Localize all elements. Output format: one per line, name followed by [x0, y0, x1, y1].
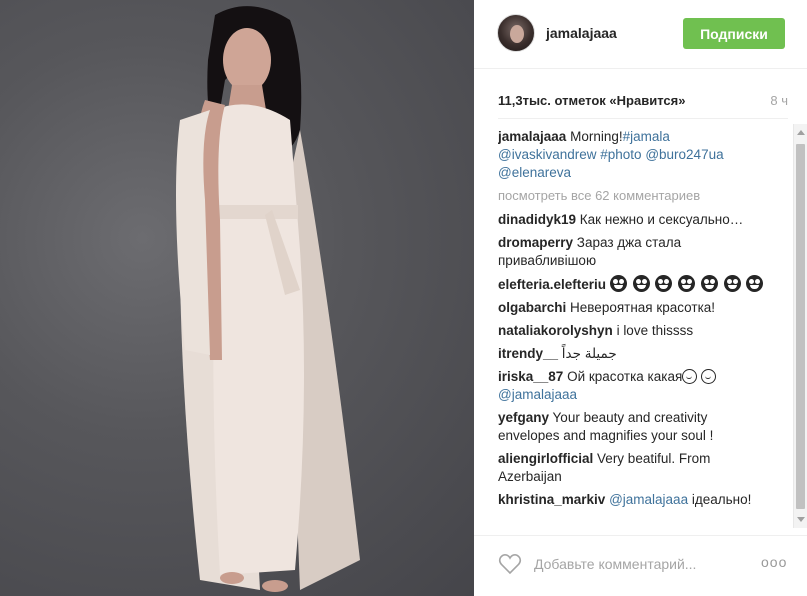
hashtag-link[interactable]: #jamala: [623, 129, 670, 144]
comment-item: olgabarchi Невероятная красотка!: [498, 299, 768, 317]
comment-item: elefteria.elefteriu: [498, 275, 768, 294]
heart-eyes-emoji-icon: [723, 275, 741, 292]
smile-emoji-icon: [682, 369, 698, 384]
likes-row: 11,3тыс. отметок «Нравится» 8 ч: [498, 93, 788, 113]
instagram-post-view: jamalajaaa Подписки 11,3тыс. отметок «Нр…: [0, 0, 807, 596]
heart-eyes-emoji-icon: [632, 275, 650, 292]
view-all-comments-link[interactable]: посмотреть все 62 комментариев: [498, 187, 768, 205]
scroll-thumb[interactable]: [796, 144, 805, 509]
comment-item: dinadidyk19 Как нежно и сексуально…: [498, 211, 768, 229]
scroll-up-arrow-icon[interactable]: [797, 130, 805, 135]
caption-user[interactable]: jamalajaaa: [498, 129, 566, 144]
heart-eyes-emoji-icon: [655, 275, 673, 292]
username-link[interactable]: jamalajaaa: [546, 25, 617, 41]
post-footer: ooo: [474, 535, 807, 596]
comment-user[interactable]: nataliakorolyshyn: [498, 323, 613, 338]
heart-eyes-emoji-icon: [678, 275, 696, 292]
comment-item: aliengirlofficial Very beatiful. From Az…: [498, 450, 768, 486]
smile-emoji-icon: [701, 369, 717, 384]
comment-user[interactable]: aliengirlofficial: [498, 451, 593, 466]
hashtag-link[interactable]: #photo: [600, 147, 641, 162]
avatar[interactable]: [497, 14, 535, 52]
post-time[interactable]: 8 ч: [770, 93, 788, 108]
comment-user[interactable]: dinadidyk19: [498, 212, 576, 227]
caption-text: Morning!: [570, 129, 623, 144]
comment-text: Как нежно и сексуально…: [579, 212, 744, 227]
comment-text: جميلة جداً: [561, 346, 617, 361]
comment-user[interactable]: itrendy__: [498, 346, 558, 361]
post-photo[interactable]: [0, 0, 474, 596]
comment-text: i love thissss: [616, 323, 694, 338]
post-sidebar: jamalajaaa Подписки 11,3тыс. отметок «Нр…: [474, 0, 807, 596]
photo-illustration: [176, 6, 360, 592]
heart-eyes-emoji-icon: [746, 275, 764, 292]
divider: [498, 118, 788, 119]
scroll-down-arrow-icon[interactable]: [797, 517, 805, 522]
heart-eyes-emoji-icon: [700, 275, 718, 292]
comment-user[interactable]: elefteria.elefteriu: [498, 277, 606, 292]
mention-link[interactable]: @jamalajaaa: [498, 387, 577, 402]
follow-button[interactable]: Подписки: [683, 18, 785, 49]
heart-icon[interactable]: [498, 553, 522, 575]
comment-item: dromaperry Зараз джа стала привабливішою: [498, 234, 768, 270]
comment-text: ідеально!: [691, 492, 752, 507]
mention-link[interactable]: @jamalajaaa: [609, 492, 688, 507]
post-header: jamalajaaa Подписки: [474, 0, 807, 69]
comment-item: itrendy__ جميلة جداً: [498, 345, 768, 363]
comment-text: Невероятная красотка!: [570, 300, 716, 315]
comments-list: jamalajaaa Morning!#jamala @ivaskivandre…: [498, 128, 768, 528]
comment-item: khristina_markiv @jamalajaaa ідеально!: [498, 491, 768, 509]
mention-link[interactable]: @elenareva: [498, 165, 571, 180]
avatar-face: [510, 25, 524, 43]
emoji-row: [609, 275, 766, 292]
mention-link[interactable]: @ivaskivandrew: [498, 147, 597, 162]
comment-item: nataliakorolyshyn i love thissss: [498, 322, 768, 340]
more-options-icon[interactable]: ooo: [761, 554, 787, 570]
caption: jamalajaaa Morning!#jamala @ivaskivandre…: [498, 128, 768, 182]
comments-scrollbar[interactable]: [793, 124, 807, 528]
comment-user[interactable]: olgabarchi: [498, 300, 566, 315]
comment-text: Ой красотка какая: [567, 369, 683, 384]
comment-user[interactable]: yefgany: [498, 410, 549, 425]
comment-user[interactable]: dromaperry: [498, 235, 573, 250]
comment-item: iriska__87 Ой красотка какая @jamalajaaa: [498, 368, 768, 404]
comment-item: yefgany Your beauty and creativity envel…: [498, 409, 768, 445]
likes-count[interactable]: 11,3тыс. отметок «Нравится»: [498, 93, 685, 108]
comment-input[interactable]: [532, 553, 732, 575]
heart-eyes-emoji-icon: [609, 275, 627, 292]
comment-user[interactable]: iriska__87: [498, 369, 563, 384]
mention-link[interactable]: @buro247ua: [645, 147, 723, 162]
comment-user[interactable]: khristina_markiv: [498, 492, 605, 507]
